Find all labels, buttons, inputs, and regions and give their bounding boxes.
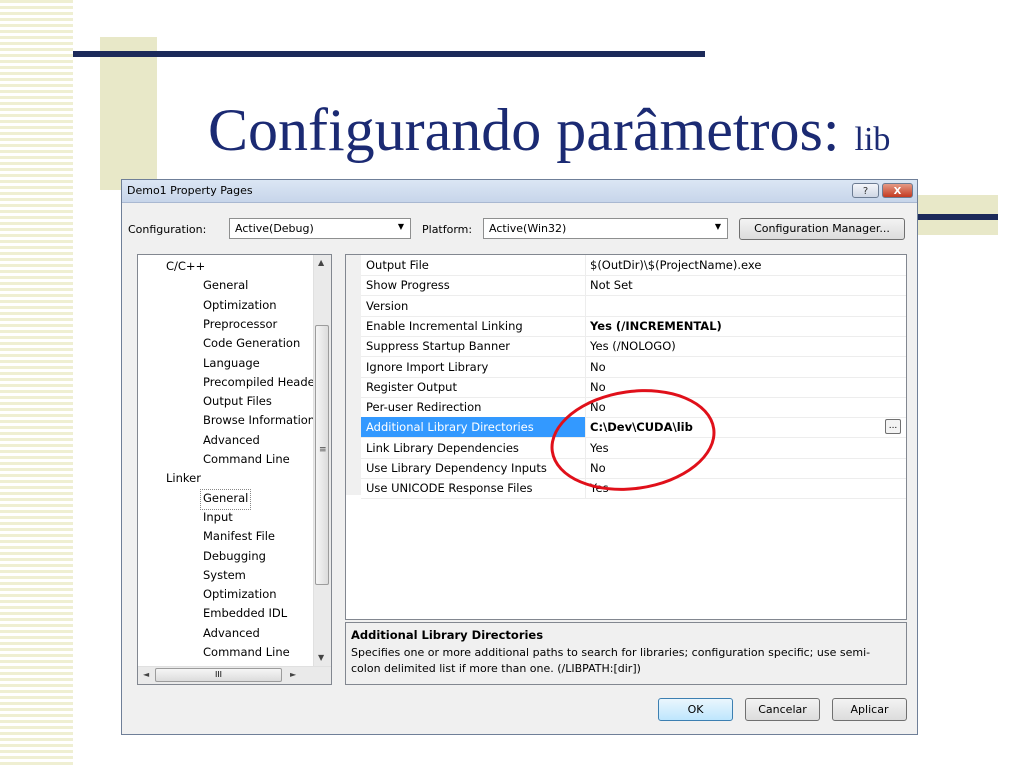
decorative-block (100, 37, 157, 190)
close-button[interactable]: X (882, 183, 913, 198)
cancel-button[interactable]: Cancelar (745, 698, 820, 721)
property-row[interactable]: Ignore Import Library No (361, 356, 906, 378)
tree-item[interactable]: General (203, 276, 248, 295)
tree-horizontal-scrollbar[interactable]: ◄ III ► (138, 666, 331, 684)
column-divider (585, 376, 586, 397)
property-name: Enable Incremental Linking (366, 318, 523, 333)
column-divider (585, 275, 586, 296)
property-row[interactable]: Version (361, 295, 906, 317)
property-name: Suppress Startup Banner (366, 339, 511, 354)
property-value[interactable]: Yes (/INCREMENTAL) (590, 319, 722, 333)
scroll-grip-icon: ≡ (319, 445, 327, 455)
property-name: Use Library Dependency Inputs (366, 461, 547, 475)
slide-title-small: lib (854, 121, 891, 158)
configuration-select[interactable]: Active(Debug) ▼ (229, 218, 411, 239)
property-value[interactable]: No (590, 360, 606, 374)
column-divider (585, 295, 586, 316)
tree-item[interactable]: Browse Information (203, 411, 315, 430)
platform-value: Active(Win32) (489, 222, 567, 235)
dialog-titlebar: Demo1 Property Pages ? X (122, 180, 917, 203)
tree-item[interactable]: Embedded IDL (203, 604, 287, 623)
platform-label: Platform: (422, 223, 473, 236)
property-row[interactable]: Suppress Startup Banner Yes (/NOLOGO) (361, 336, 906, 358)
tree-item[interactable]: Command Line (203, 643, 290, 662)
tree-item[interactable]: C/C++ (166, 257, 205, 276)
chevron-down-icon: ▼ (714, 222, 721, 231)
tree-item[interactable]: Precompiled Heade (203, 373, 315, 392)
tree-item[interactable]: Optimization (203, 296, 277, 315)
property-value[interactable]: Not Set (590, 278, 633, 292)
tree-item[interactable]: System (203, 566, 246, 585)
property-name: Show Progress (366, 278, 450, 293)
property-name: Link Library Dependencies (366, 440, 519, 455)
tree-item[interactable]: Output Files (203, 392, 272, 411)
property-value[interactable]: Yes (/NOLOGO) (590, 339, 676, 353)
tree-item[interactable]: Command Line (203, 450, 290, 469)
grid-margin (346, 255, 361, 495)
column-divider (585, 356, 586, 377)
column-divider (585, 336, 586, 357)
tree-scroll-thumb[interactable] (315, 325, 329, 585)
property-name: Output File (366, 258, 429, 272)
decorative-line-top (73, 51, 705, 57)
ok-button[interactable]: OK (658, 698, 733, 721)
tree-item[interactable]: Linker (166, 469, 201, 488)
slide-title: Configurando parâmetros: lib (208, 94, 890, 176)
scroll-up-icon[interactable]: ▲ (318, 258, 324, 267)
slide-title-main: Configurando parâmetros: (208, 97, 840, 163)
description-title: Additional Library Directories (351, 628, 544, 642)
column-divider (585, 255, 586, 275)
property-row[interactable]: Show Progress Not Set (361, 275, 906, 297)
platform-select[interactable]: Active(Win32) ▼ (483, 218, 728, 239)
description-text: Specifies one or more additional paths t… (351, 646, 871, 675)
property-row[interactable]: Output File $(OutDir)\$(ProjectName).exe (361, 255, 906, 276)
decorative-line-right (912, 214, 998, 220)
tree-item[interactable]: Debugging (203, 547, 266, 566)
chevron-down-icon: ▼ (397, 222, 404, 231)
property-row[interactable]: Enable Incremental Linking Yes (/INCREMEN… (361, 315, 906, 337)
tree-item[interactable]: Input (203, 508, 233, 527)
dialog-title: Demo1 Property Pages (127, 184, 253, 197)
tree-vertical-scrollbar[interactable]: ▲ ≡ ▼ (313, 255, 331, 667)
tree-item[interactable]: Manifest File (203, 527, 275, 546)
property-name: Ignore Import Library (366, 359, 489, 374)
column-divider (585, 315, 586, 336)
tree-item[interactable]: Code Generation (203, 334, 300, 353)
tree-item[interactable]: Optimization (203, 585, 277, 604)
property-name: Additional Library Directories (366, 420, 534, 435)
tree-item[interactable]: Language (203, 354, 260, 373)
apply-button[interactable]: Aplicar (832, 698, 907, 721)
tree-item[interactable]: Advanced (203, 624, 260, 643)
description-panel: Additional Library Directories Specifies… (345, 622, 907, 685)
property-name: Use UNICODE Response Files (366, 481, 533, 496)
configuration-label: Configuration: (128, 223, 207, 236)
scroll-right-icon[interactable]: ► (290, 670, 296, 679)
property-name: Version (366, 298, 409, 313)
property-value[interactable]: No (590, 380, 606, 394)
category-tree: C/C++ General Optimization Preprocessor Code… (137, 254, 332, 685)
tree-hscroll-thumb[interactable]: III (155, 668, 282, 682)
property-name: Register Output (366, 379, 457, 394)
property-value[interactable]: $(OutDir)\$(ProjectName).exe (590, 258, 761, 272)
tree-item[interactable]: General (200, 488, 252, 510)
tree-item[interactable]: Advanced (203, 431, 260, 450)
configuration-value: Active(Debug) (235, 222, 314, 235)
property-name: Per-user Redirection (366, 400, 482, 415)
scroll-down-icon[interactable]: ▼ (318, 653, 324, 662)
tree-item[interactable]: Preprocessor (203, 315, 277, 334)
property-pages-dialog: Demo1 Property Pages ? X Configuration: … (121, 179, 918, 735)
decorative-stripes (0, 0, 73, 768)
configuration-manager-button[interactable]: Configuration Manager... (739, 218, 905, 240)
help-button[interactable]: ? (852, 183, 879, 198)
browse-button[interactable]: ... (885, 419, 901, 435)
scroll-left-icon[interactable]: ◄ (143, 670, 149, 679)
